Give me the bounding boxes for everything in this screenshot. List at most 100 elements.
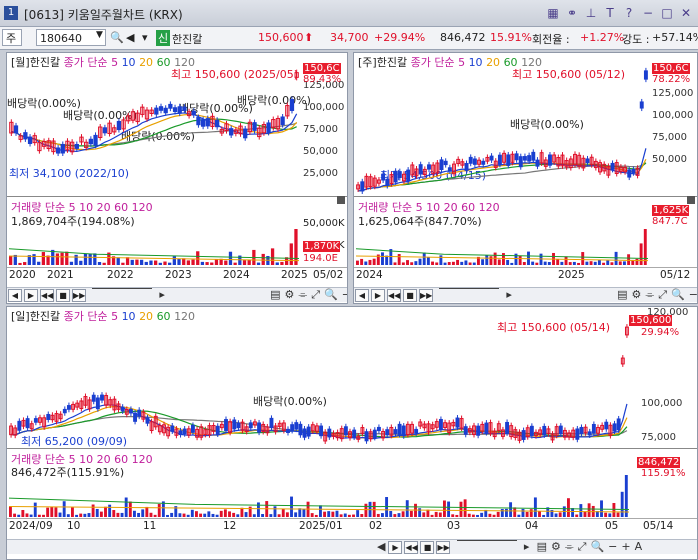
y-tick: 50,000 <box>303 146 338 157</box>
close-pane-icon[interactable] <box>337 196 345 204</box>
volume-bar <box>397 513 401 517</box>
volume-bar <box>604 512 608 517</box>
scroll-left-button[interactable]: ◀ <box>377 540 385 553</box>
monthly-y-axis: 125,000 100,000 75,000 50,000 25,000 <box>303 75 347 185</box>
font-icon[interactable]: A <box>635 540 643 553</box>
grid-icon[interactable]: ▤ <box>617 288 627 301</box>
x-label: 04 <box>525 520 539 532</box>
stop-button[interactable]: ■ <box>56 289 70 302</box>
volume-bar <box>269 514 273 517</box>
volume-bar <box>130 259 134 265</box>
volume-bar <box>191 259 195 265</box>
speaker-icon[interactable]: ◀ <box>126 31 134 44</box>
candle <box>639 101 644 109</box>
magnet-icon[interactable]: ⌯ <box>298 288 307 301</box>
volume-bar <box>51 249 55 265</box>
help-icon[interactable]: ? <box>621 5 637 21</box>
stop-button[interactable]: ■ <box>420 541 435 554</box>
window-title: 키움일주월차트 (KRX) <box>67 8 183 22</box>
candle <box>518 156 523 168</box>
pin-icon[interactable]: ⊥ <box>583 5 599 21</box>
play-button[interactable]: ▶ <box>388 541 403 554</box>
volume-bar <box>443 262 447 265</box>
magnet-icon[interactable]: ⌯ <box>645 288 654 301</box>
zoom-slider[interactable] <box>456 540 517 541</box>
settings-icon[interactable]: ⚙ <box>551 540 561 553</box>
rewind-button[interactable]: ◀◀ <box>404 541 419 554</box>
volume-bar <box>128 501 132 517</box>
volume-bar <box>567 498 570 517</box>
play-button[interactable]: ▶ <box>371 289 385 302</box>
zoom-out-icon[interactable]: − <box>342 288 347 301</box>
grid-icon[interactable]: ▤ <box>270 288 280 301</box>
close-icon[interactable]: ✕ <box>678 5 694 21</box>
scroll-arrow-icon[interactable]: ▸ <box>159 288 165 301</box>
volume-bar <box>459 501 463 517</box>
zoom-slider[interactable] <box>92 288 153 289</box>
stop-button[interactable]: ■ <box>403 289 417 302</box>
scroll-left-button[interactable]: ◀ <box>8 289 22 302</box>
ma20-label: 20 <box>486 56 501 69</box>
expand-icon[interactable]: ⤢ <box>311 288 320 301</box>
maximize-icon[interactable]: □ <box>659 5 675 21</box>
minimize-icon[interactable]: − <box>640 5 656 21</box>
volume-bar <box>443 500 446 517</box>
scroll-left-button[interactable]: ◀ <box>355 289 369 302</box>
rewind-button[interactable]: ◀◀ <box>40 289 54 302</box>
forward-button[interactable]: ▶▶ <box>419 289 433 302</box>
volume-bar <box>643 229 647 265</box>
rewind-button[interactable]: ◀◀ <box>387 289 401 302</box>
weekly-chart-panel[interactable]: [주]한진칼 종가 단순 5 10 20 60 120 최고 150,600 (… <box>353 52 698 304</box>
settings-icon[interactable]: ⚙ <box>285 288 295 301</box>
expand-icon[interactable]: ⤢ <box>578 540 587 553</box>
close-pane-icon[interactable] <box>687 196 695 204</box>
daily-chart-panel[interactable]: [일]한진칼 종가 단순 5 10 20 60 120 최고 150,600 (… <box>6 306 698 560</box>
candle <box>643 70 648 80</box>
volume-bar <box>42 514 45 517</box>
y-tick: 125,000 <box>652 88 694 99</box>
text-icon[interactable]: T <box>602 5 618 21</box>
volume-bar <box>54 507 58 517</box>
arrow-icon[interactable]: ▾ <box>142 31 148 44</box>
magnet-icon[interactable]: ⌯ <box>565 540 574 553</box>
candle <box>521 430 526 440</box>
forward-button[interactable]: ▶▶ <box>436 541 451 554</box>
strength-value: +57.14% <box>652 31 698 44</box>
expand-icon[interactable]: ⤢ <box>658 288 667 301</box>
y-tick: 100,000 <box>652 110 694 121</box>
zoom-out-icon[interactable]: − <box>689 288 697 301</box>
zoom-out-icon[interactable]: − <box>608 540 617 553</box>
link-icon[interactable]: ⚭ <box>564 5 580 21</box>
play-button[interactable]: ▶ <box>24 289 38 302</box>
search-icon[interactable]: 🔍 <box>324 288 338 301</box>
volume-bar <box>456 259 460 265</box>
volume-bar <box>21 510 25 517</box>
grid-icon[interactable]: ▦ <box>545 5 561 21</box>
search-icon[interactable]: 🔍 <box>590 540 604 553</box>
candle <box>137 409 142 417</box>
volume-bar <box>635 258 639 265</box>
candle <box>170 425 175 432</box>
x-label: 2025 <box>281 269 308 281</box>
volume-bar <box>32 254 36 265</box>
monthly-chart-panel[interactable]: [월]한진칼 종가 단순 5 10 20 60 120 최고 150,600 (… <box>6 52 348 304</box>
volume-bar <box>182 513 186 517</box>
ma-label: 종가 단순 <box>63 56 108 69</box>
candle <box>158 106 164 111</box>
scroll-arrow-icon[interactable]: ▸ <box>506 288 512 301</box>
volume-bar <box>418 258 422 265</box>
dropdown-arrow-icon[interactable]: ▼ <box>96 30 103 40</box>
volume-bar <box>141 509 145 517</box>
candle <box>120 406 125 412</box>
market-select[interactable]: 주 <box>2 29 22 46</box>
search-icon[interactable]: 🔍 <box>110 31 124 44</box>
grid-icon[interactable]: ▤ <box>537 540 547 553</box>
zoom-slider[interactable] <box>439 288 500 289</box>
search-icon[interactable]: 🔍 <box>671 288 685 301</box>
forward-button[interactable]: ▶▶ <box>72 289 86 302</box>
scroll-arrow-icon[interactable]: ▸ <box>524 540 530 553</box>
settings-icon[interactable]: ⚙ <box>632 288 642 301</box>
zoom-in-icon[interactable]: + <box>621 540 630 553</box>
volume-bar <box>492 514 496 517</box>
volume-bar <box>372 258 376 265</box>
